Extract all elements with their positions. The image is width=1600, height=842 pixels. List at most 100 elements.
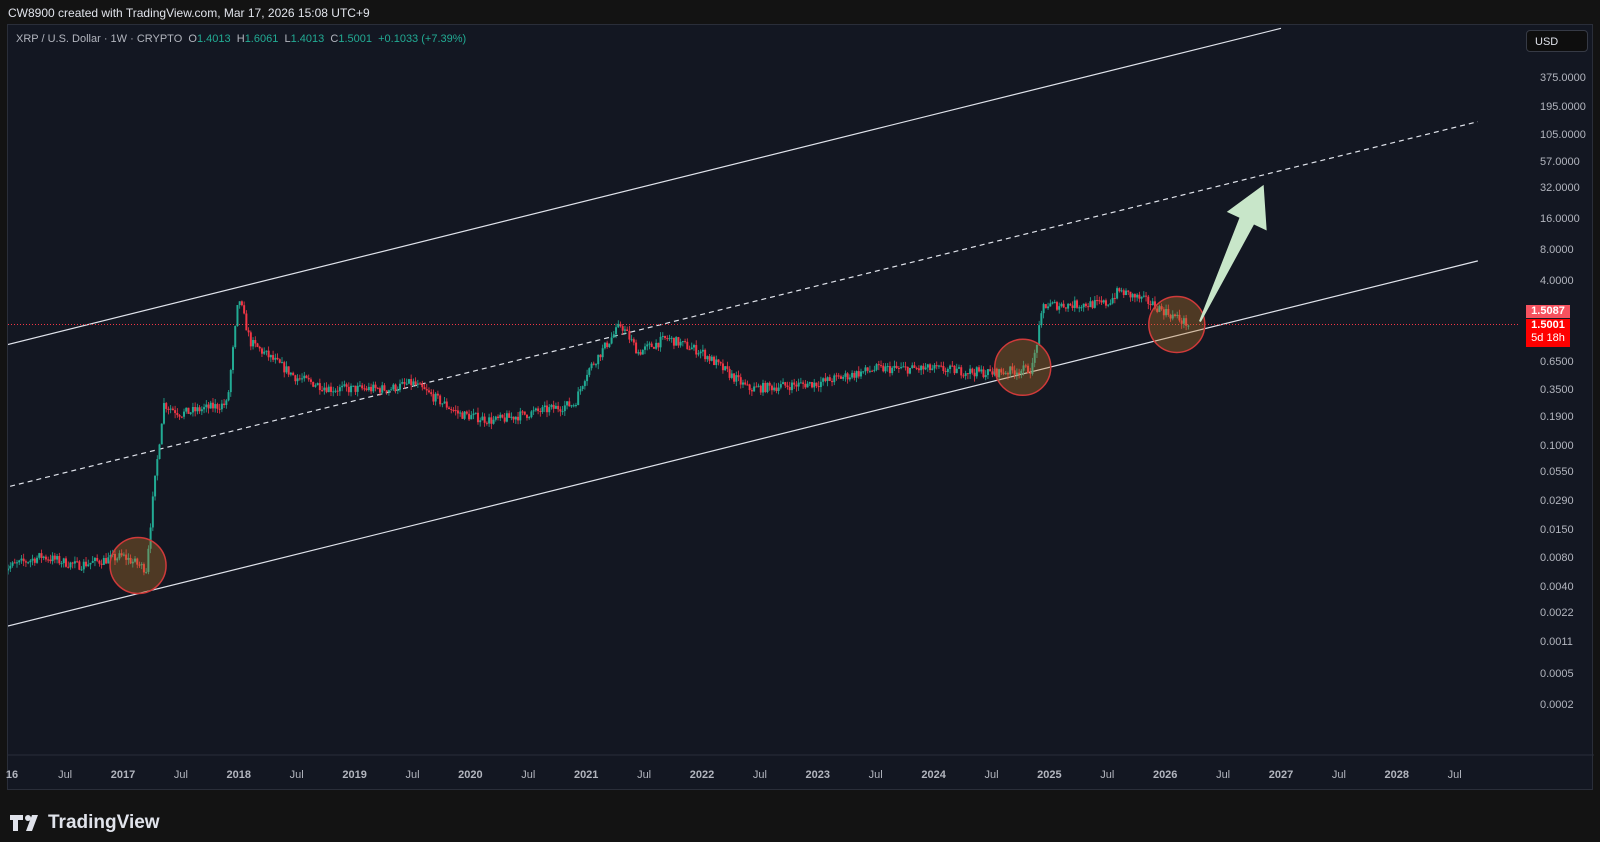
candle-body: [860, 371, 863, 377]
candle-body: [655, 342, 658, 349]
candle-body: [387, 390, 390, 393]
candle-body: [11, 562, 14, 566]
candle-body: [888, 366, 891, 374]
price-tick: 0.0040: [1540, 581, 1574, 593]
candle-body: [969, 368, 972, 375]
chart-pane[interactable]: XRP / U.S. Dollar · 1W · CRYPTO O1.4013 …: [6, 24, 1594, 791]
candle-body: [626, 329, 629, 332]
time-tick: 2027: [1268, 769, 1294, 781]
change-value: +0.1033 (+7.39%): [378, 33, 467, 45]
highlight-circle: [109, 536, 167, 595]
candle-body: [895, 365, 898, 368]
time-tick: 2017: [110, 769, 136, 781]
candle-body: [790, 382, 793, 391]
candle-body: [232, 347, 235, 371]
candle-body: [452, 409, 455, 411]
candle-body: [744, 382, 747, 385]
currency-button[interactable]: USD: [1526, 30, 1588, 52]
candle-body: [240, 301, 243, 306]
candle-body: [427, 390, 430, 393]
candle-body: [594, 364, 597, 366]
candle-body: [1064, 307, 1067, 309]
candle-body: [949, 365, 952, 370]
symbol-title[interactable]: XRP / U.S. Dollar · 1W · CRYPTO: [16, 33, 182, 45]
candle-body: [1100, 300, 1103, 303]
candle-body: [581, 386, 584, 390]
highlight-circle: [1148, 295, 1206, 354]
candle-body: [1142, 295, 1145, 297]
candle-body: [1138, 294, 1141, 299]
candle-body: [735, 375, 738, 382]
candle-body: [819, 381, 822, 388]
candle-body: [822, 378, 825, 382]
candle-body: [401, 382, 404, 384]
candle-body: [367, 386, 370, 391]
candle-body: [207, 404, 210, 409]
candle-body: [174, 410, 177, 414]
candle-body: [944, 371, 947, 373]
candle-body: [44, 556, 47, 560]
candle-body: [434, 393, 437, 402]
time-tick: Jul: [289, 769, 304, 781]
candle-body: [352, 385, 355, 387]
candle-body: [737, 375, 740, 378]
candle-body: [1111, 297, 1114, 304]
candle-body: [503, 417, 506, 422]
candle-body: [87, 564, 90, 567]
candle-body: [543, 405, 546, 408]
candle-body: [436, 393, 439, 396]
price-tick: 0.1900: [1540, 411, 1574, 423]
candle-body: [205, 404, 208, 408]
candle-body: [461, 412, 464, 419]
candle-body: [619, 323, 622, 327]
candle-body: [721, 363, 724, 371]
price-tick: 375.0000: [1540, 72, 1586, 84]
candle-body: [347, 386, 350, 393]
candle-body: [646, 344, 649, 347]
candle-body: [933, 365, 936, 369]
candle-body: [528, 417, 531, 419]
candle-body: [857, 371, 860, 377]
candle-body: [171, 408, 174, 411]
candle-body: [704, 349, 707, 360]
candle-body: [260, 348, 263, 354]
candle-body: [681, 341, 684, 343]
candle-body: [1116, 288, 1119, 299]
candle-body: [263, 351, 266, 354]
candle-body: [1071, 305, 1074, 308]
candle-body: [897, 367, 900, 369]
candle-body: [303, 375, 306, 379]
tradingview-logo[interactable]: TradingView: [10, 812, 160, 834]
candle-body: [13, 562, 16, 564]
candle-body: [813, 382, 816, 388]
candle-body: [365, 388, 368, 391]
price-chart[interactable]: [8, 25, 1594, 791]
candle-body: [989, 369, 992, 372]
candle-body: [421, 383, 424, 388]
candle-body: [537, 408, 540, 412]
candle-body: [309, 379, 312, 382]
time-tick: Jul: [1447, 769, 1462, 781]
candle-body: [76, 561, 79, 563]
candle-body: [766, 382, 769, 393]
candle-body: [468, 413, 471, 420]
candle-body: [577, 391, 580, 406]
candle-body: [1096, 300, 1099, 302]
candle-body: [579, 389, 582, 392]
candle-body: [223, 403, 226, 406]
candle-body: [305, 375, 308, 378]
candle-body: [608, 343, 611, 348]
price-tick: 195.0000: [1540, 101, 1586, 113]
candle-body: [15, 562, 18, 564]
time-tick: Jul: [173, 769, 188, 781]
candle-body: [1098, 300, 1101, 302]
candle-body: [283, 362, 286, 373]
time-tick: 2028: [1384, 769, 1410, 781]
candle-body: [1040, 313, 1043, 326]
candle-body: [960, 367, 963, 376]
candle-body: [58, 556, 61, 564]
candle-body: [1053, 302, 1056, 304]
candle-body: [697, 353, 700, 355]
time-tick: Jul: [984, 769, 999, 781]
candle-body: [490, 417, 493, 424]
